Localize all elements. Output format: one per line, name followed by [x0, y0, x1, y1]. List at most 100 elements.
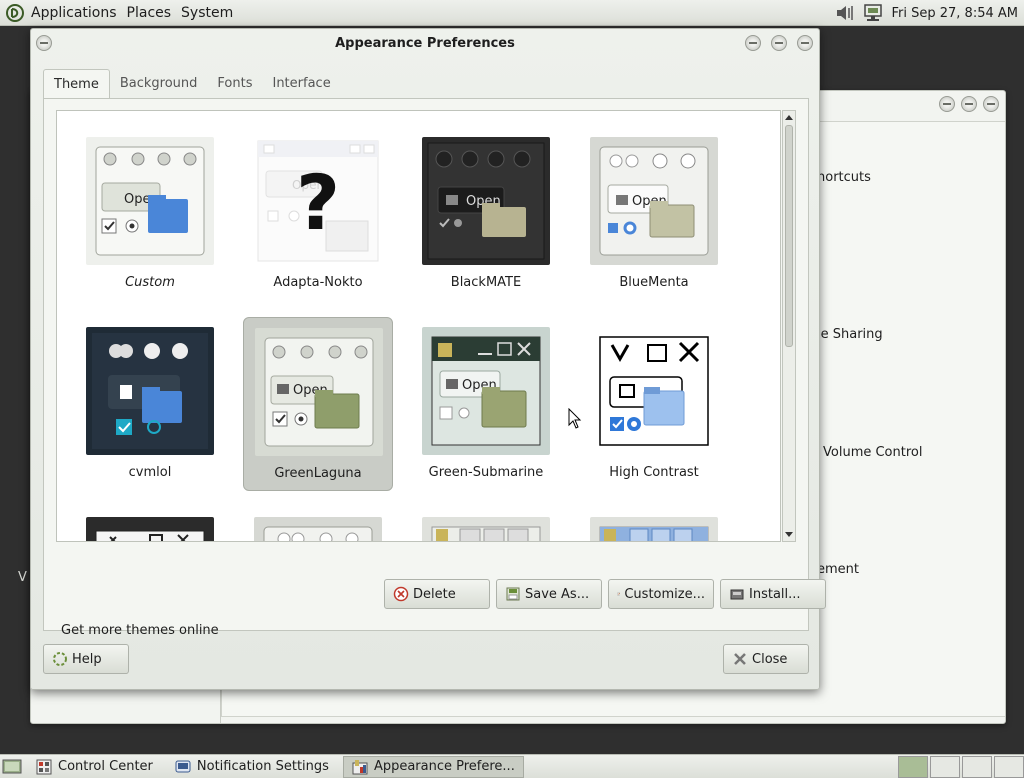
theme-item-adapta-nokto[interactable]: Open ? Adapta-Nokto [243, 127, 393, 301]
theme-list-scrollbar[interactable] [782, 110, 796, 542]
save-as-label: Save As... [525, 586, 590, 602]
customize-button[interactable]: Customize... [608, 579, 714, 609]
help-icon [53, 652, 67, 666]
theme-item-partial[interactable] [75, 507, 225, 541]
theme-item-partial[interactable] [579, 507, 729, 541]
theme-item-blackmate[interactable]: Open BlackMATE [411, 127, 561, 301]
theme-name: GreenLaguna [274, 466, 362, 481]
workspace-2[interactable] [930, 756, 960, 778]
theme-thumbnail [254, 517, 382, 541]
control-center-item-sharing[interactable]: le Sharing [817, 327, 883, 342]
maximize-button[interactable] [771, 35, 787, 51]
theme-thumbnail [86, 327, 214, 455]
theme-thumbnail [422, 517, 550, 541]
tab-fonts[interactable]: Fonts [207, 69, 262, 99]
theme-tab-page: Open Custom Open ? Adapta-Nokto Open Bla… [43, 98, 826, 638]
appearance-preferences-dialog: Appearance Preferences Theme Background … [30, 28, 826, 690]
delete-icon [393, 586, 409, 602]
theme-thumbnail: Open [422, 137, 550, 265]
theme-name: High Contrast [609, 465, 699, 480]
help-button[interactable]: Help [43, 644, 129, 674]
theme-name: Adapta-Nokto [273, 275, 363, 290]
dialog-title: Appearance Preferences [335, 36, 515, 51]
theme-name: BlueMenta [619, 275, 689, 290]
theme-list[interactable]: Open Custom Open ? Adapta-Nokto Open Bla… [56, 110, 781, 542]
task-label: Notification Settings [196, 759, 329, 774]
save-as-button[interactable]: Save As... [496, 579, 602, 609]
get-more-themes-link[interactable]: Get more themes online [61, 623, 219, 638]
workspace-switcher [896, 755, 1024, 778]
volume-icon[interactable] [834, 3, 856, 23]
theme-thumbnail: Open [255, 328, 383, 456]
tab-bar: Theme Background Fonts Interface [43, 69, 341, 99]
theme-name: Custom [125, 275, 175, 290]
scroll-up-icon[interactable] [785, 115, 793, 120]
install-button[interactable]: Install... [720, 579, 826, 609]
minimize-button[interactable] [745, 35, 761, 51]
task-appearance-preferences[interactable]: Appearance Prefere... [342, 755, 524, 778]
svg-text:?: ? [296, 158, 340, 247]
delete-button[interactable]: Delete [384, 579, 490, 609]
tab-theme[interactable]: Theme [43, 69, 110, 99]
delete-label: Delete [413, 586, 456, 602]
menu-applications[interactable]: Applications [26, 0, 122, 26]
theme-item-greenlaguna[interactable]: Open GreenLaguna [243, 317, 393, 491]
save-icon [506, 587, 520, 601]
control-center-item-management[interactable]: ement [817, 562, 859, 577]
workspace-3[interactable] [962, 756, 992, 778]
close-label: Close [752, 651, 788, 667]
task-notification-settings[interactable]: Notification Settings [167, 756, 337, 778]
window-controls [939, 96, 999, 112]
minimize-button[interactable] [939, 96, 955, 112]
theme-thumbnail [590, 327, 718, 455]
menu-system[interactable]: System [176, 0, 238, 26]
system-tray: Fri Sep 27, 8:54 AM [834, 0, 1024, 26]
customize-label: Customize... [624, 586, 705, 602]
workspace-1[interactable] [898, 756, 928, 778]
theme-thumbnail: Open [422, 327, 550, 455]
theme-item-high-contrast[interactable]: High Contrast [579, 317, 729, 491]
background-fragment-text: V [18, 570, 27, 585]
network-icon[interactable] [862, 3, 884, 23]
preferences-notebook: Theme Background Fonts Interface Open Cu… [43, 69, 826, 638]
maximize-button[interactable] [961, 96, 977, 112]
theme-item-partial[interactable] [411, 507, 561, 541]
menu-places[interactable]: Places [122, 0, 177, 26]
close-button[interactable] [797, 35, 813, 51]
tab-interface[interactable]: Interface [262, 69, 340, 99]
top-panel: Applications Places System Fri Sep 27, 8… [0, 0, 1024, 26]
task-label: Appearance Prefere... [373, 759, 515, 774]
close-dialog-button[interactable]: Close [723, 644, 809, 674]
control-center-item-volume[interactable]: Volume Control [823, 445, 922, 460]
control-center-icon [36, 759, 52, 774]
task-control-center[interactable]: Control Center [28, 756, 161, 778]
theme-item-custom[interactable]: Open Custom [75, 127, 225, 301]
workspace-4[interactable] [994, 756, 1024, 778]
theme-item-green-submarine[interactable]: Open Green-Submarine [411, 317, 561, 491]
theme-name: BlackMATE [450, 275, 522, 290]
main-menu: Applications Places System [0, 0, 238, 26]
mate-logo-icon[interactable] [6, 3, 24, 22]
scroll-down-icon[interactable] [785, 532, 793, 537]
close-button[interactable] [983, 96, 999, 112]
clock[interactable]: Fri Sep 27, 8:54 AM [890, 6, 1024, 21]
theme-thumbnail: Open ? [254, 137, 382, 265]
customize-icon [617, 592, 620, 596]
help-label: Help [72, 651, 102, 667]
control-center-item-shortcuts[interactable]: hortcuts [817, 170, 871, 185]
theme-thumbnail [86, 517, 214, 541]
task-label: Control Center [58, 759, 153, 774]
scroll-thumb[interactable] [785, 125, 793, 347]
install-label: Install... [749, 586, 801, 602]
theme-thumbnail: Open [86, 137, 214, 265]
show-desktop-icon[interactable] [2, 758, 22, 776]
theme-item-bluementa[interactable]: Open BlueMenta [579, 127, 729, 301]
close-icon [734, 653, 746, 665]
mouse-cursor-icon [568, 408, 582, 429]
bottom-panel: Control Center Notification Settings App… [0, 754, 1024, 778]
appearance-icon [352, 759, 368, 774]
tab-background[interactable]: Background [110, 69, 208, 99]
notification-icon [175, 760, 191, 772]
theme-item-partial[interactable] [243, 507, 393, 541]
theme-item-cvmlol[interactable]: cvmlol [75, 317, 225, 491]
